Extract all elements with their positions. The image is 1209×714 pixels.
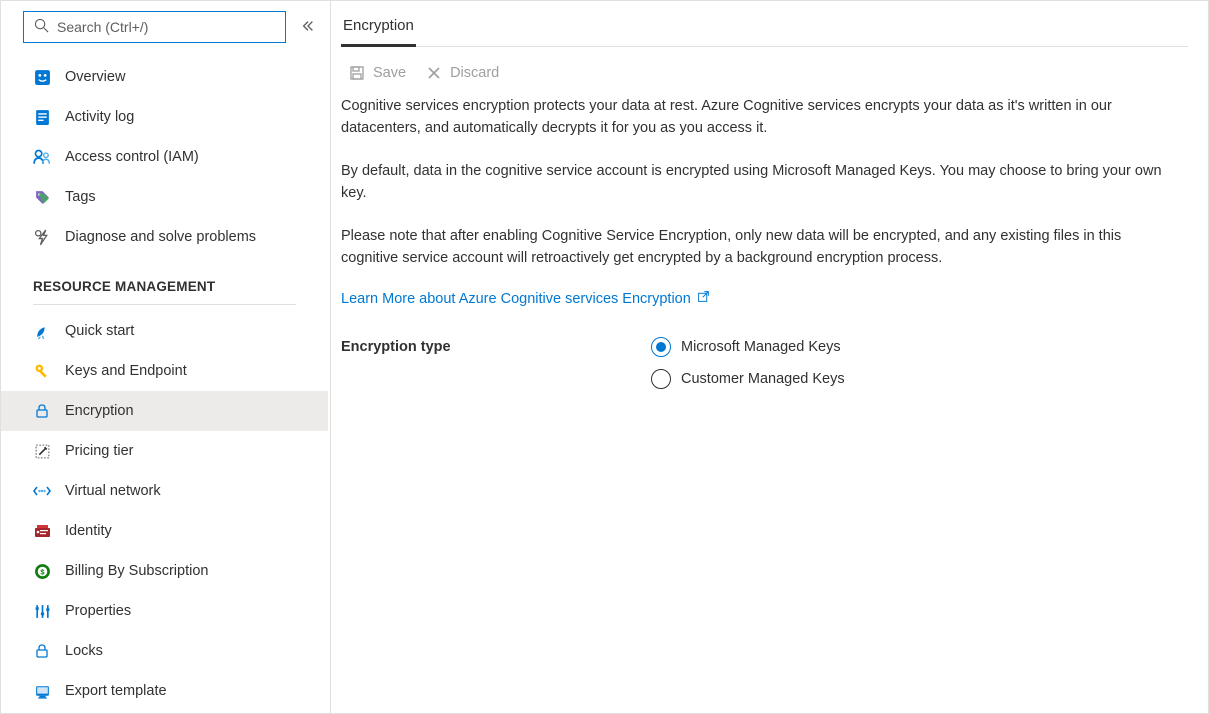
sidebar-item-tags[interactable]: Tags [1, 177, 328, 217]
properties-icon [33, 602, 51, 620]
encryption-type-label: Encryption type [341, 337, 651, 389]
radio-button-icon [651, 369, 671, 389]
sidebar-item-label: Export template [65, 683, 167, 699]
search-box[interactable] [23, 11, 286, 43]
radio-label: Customer Managed Keys [681, 371, 845, 387]
sidebar-item-label: Properties [65, 603, 131, 619]
radio-customer-managed-keys[interactable]: Customer Managed Keys [651, 369, 845, 389]
learn-more-link[interactable]: Learn More about Azure Cognitive service… [341, 290, 710, 307]
sidebar: Overview Activity log Access control (IA… [1, 1, 331, 713]
discard-button[interactable]: Discard [426, 65, 499, 81]
sidebar-item-label: Overview [65, 69, 125, 85]
learn-more-text: Learn More about Azure Cognitive service… [341, 291, 691, 307]
sidebar-item-billing[interactable]: $ Billing By Subscription [1, 551, 328, 591]
search-icon [34, 18, 49, 36]
activity-log-icon [33, 108, 51, 126]
sidebar-item-properties[interactable]: Properties [1, 591, 328, 631]
sidebar-item-label: Tags [65, 189, 96, 205]
keys-icon [33, 362, 51, 380]
nav-list: Overview Activity log Access control (IA… [1, 49, 328, 713]
radio-label: Microsoft Managed Keys [681, 339, 841, 355]
diagnose-icon [33, 228, 51, 246]
sidebar-item-activity-log[interactable]: Activity log [1, 97, 328, 137]
sidebar-item-diagnose[interactable]: Diagnose and solve problems [1, 217, 328, 257]
sidebar-item-virtual-network[interactable]: Virtual network [1, 471, 328, 511]
sidebar-item-label: Quick start [65, 323, 134, 339]
sidebar-item-label: Virtual network [65, 483, 161, 499]
radio-button-icon [651, 337, 671, 357]
locks-icon [33, 642, 51, 660]
description-paragraph-3: Please note that after enabling Cognitiv… [341, 225, 1178, 270]
tab-encryption[interactable]: Encryption [341, 7, 416, 47]
export-template-icon [33, 682, 51, 700]
tabs: Encryption [341, 1, 1188, 47]
save-icon [349, 65, 365, 81]
search-input[interactable] [57, 19, 275, 35]
encryption-type-radio-group: Microsoft Managed Keys Customer Managed … [651, 337, 845, 389]
sidebar-item-export-template[interactable]: Export template [1, 671, 328, 711]
discard-label: Discard [450, 65, 499, 81]
sidebar-item-label: Locks [65, 643, 103, 659]
virtual-network-icon [33, 482, 51, 500]
billing-icon: $ [33, 562, 51, 580]
pricing-tier-icon [33, 442, 51, 460]
quick-start-icon [33, 322, 51, 340]
external-link-icon [697, 290, 710, 307]
sidebar-item-label: Activity log [65, 109, 134, 125]
sidebar-item-overview[interactable]: Overview [1, 57, 328, 97]
toolbar: Save Discard [341, 47, 1188, 89]
description-paragraph-2: By default, data in the cognitive servic… [341, 160, 1178, 205]
main-content: Encryption Save Discard Cognitive servic… [331, 1, 1208, 713]
save-label: Save [373, 65, 406, 81]
sidebar-item-label: Pricing tier [65, 443, 134, 459]
sidebar-item-identity[interactable]: Identity [1, 511, 328, 551]
divider [33, 304, 296, 305]
overview-icon [33, 68, 51, 86]
save-button[interactable]: Save [349, 65, 406, 81]
sidebar-item-pricing-tier[interactable]: Pricing tier [1, 431, 328, 471]
sidebar-item-quick-start[interactable]: Quick start [1, 311, 328, 351]
discard-icon [426, 65, 442, 81]
identity-icon [33, 522, 51, 540]
sidebar-item-encryption[interactable]: Encryption [1, 391, 328, 431]
description-paragraph-1: Cognitive services encryption protects y… [341, 95, 1178, 140]
collapse-sidebar-button[interactable] [296, 19, 320, 36]
sidebar-item-keys-endpoint[interactable]: Keys and Endpoint [1, 351, 328, 391]
sidebar-item-label: Billing By Subscription [65, 563, 208, 579]
sidebar-item-access-control[interactable]: Access control (IAM) [1, 137, 328, 177]
access-control-icon [33, 148, 51, 166]
sidebar-item-locks[interactable]: Locks [1, 631, 328, 671]
section-header-resource-management: RESOURCE MANAGEMENT [1, 257, 328, 300]
sidebar-item-label: Diagnose and solve problems [65, 229, 256, 245]
sidebar-item-label: Identity [65, 523, 112, 539]
sidebar-item-label: Keys and Endpoint [65, 363, 187, 379]
radio-microsoft-managed-keys[interactable]: Microsoft Managed Keys [651, 337, 845, 357]
encryption-icon [33, 402, 51, 420]
sidebar-item-label: Access control (IAM) [65, 149, 199, 165]
sidebar-item-label: Encryption [65, 403, 134, 419]
tags-icon [33, 188, 51, 206]
